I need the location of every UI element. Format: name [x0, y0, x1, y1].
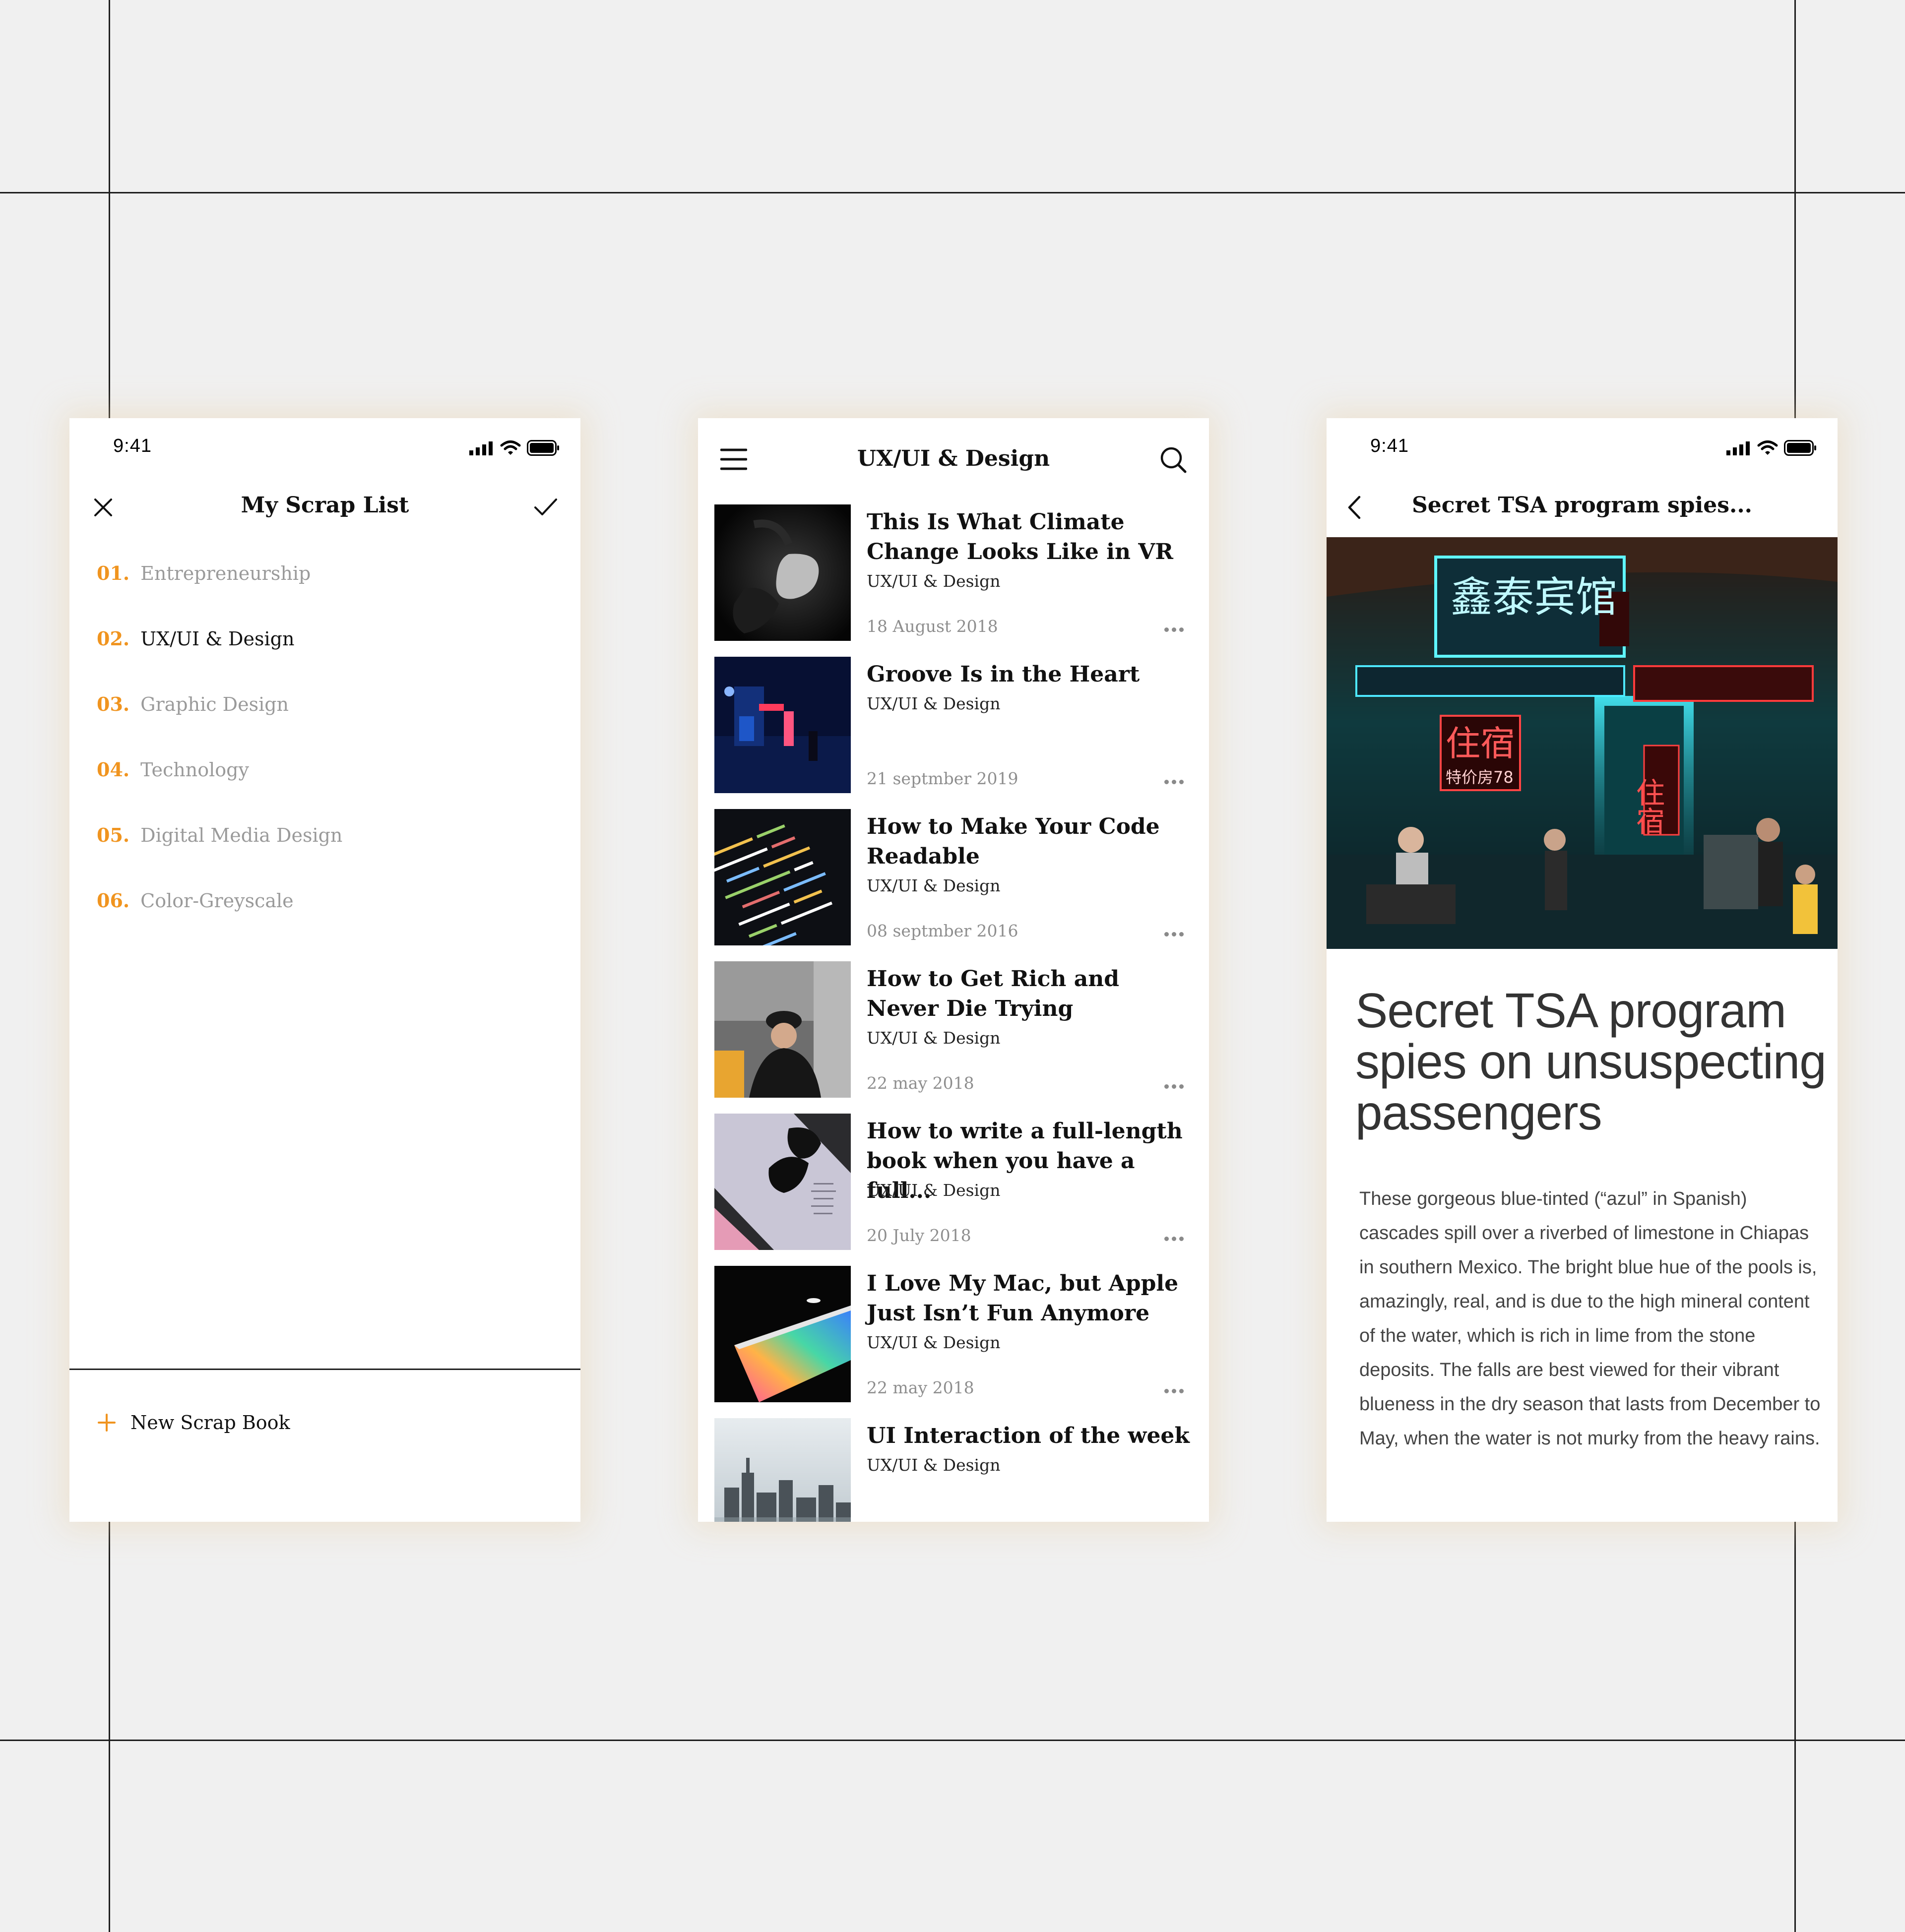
article-date: 22 may 2018: [867, 1378, 974, 1397]
category-label: Color-Greyscale: [140, 890, 294, 912]
article-thumbnail: [714, 1114, 851, 1250]
article-date: 22 may 2018: [867, 1073, 974, 1093]
article-detail-screen: 9:41 Secret TSA program spies... 鑫泰宾馆 住宿…: [1327, 418, 1838, 1522]
category-number: 01.: [97, 562, 130, 584]
check-icon: [534, 499, 557, 515]
laptop-rainbow-photo: [714, 1266, 851, 1402]
category-item[interactable]: 06. Color-Greyscale: [97, 889, 294, 912]
category-number: 06.: [97, 889, 130, 912]
article-title: How to Make Your Code Readable: [867, 814, 1160, 869]
category-label: Digital Media Design: [140, 824, 343, 846]
article-body: These gorgeous blue-tinted (“azul” in Sp…: [1359, 1188, 1821, 1449]
more-dots-icon[interactable]: [1164, 932, 1184, 936]
category-item[interactable]: 05. Digital Media Design: [97, 824, 342, 846]
article-card[interactable]: UI Interaction of the week UX/UI & Desig…: [714, 1418, 1201, 1522]
more-dots-icon[interactable]: [1164, 1237, 1184, 1241]
article-thumbnail: [714, 1266, 851, 1402]
article-headline: Secret TSA program spies on unsuspecting…: [1355, 983, 1827, 1140]
battery-icon: [1784, 440, 1816, 456]
article-card[interactable]: How to Get Rich and Never Die Trying UX/…: [714, 961, 1201, 1098]
category-item[interactable]: 04. Technology: [97, 758, 249, 781]
new-scrap-book-button[interactable]: New Scrap Book: [97, 1412, 290, 1433]
wifi-icon: [1757, 440, 1778, 455]
category-number: 02.: [97, 627, 130, 650]
hero-sign-text: 住宿: [1631, 778, 1665, 835]
category-item[interactable]: 03. Graphic Design: [97, 693, 289, 715]
status-icons: [469, 440, 560, 456]
article-thumbnail: [714, 657, 851, 793]
article-title: Groove Is in the Heart: [867, 662, 1140, 687]
category-item[interactable]: 01. Entrepreneurship: [97, 562, 311, 584]
article-card[interactable]: This Is What Climate Change Looks Like i…: [714, 504, 1201, 641]
vr-headset-photo: [714, 504, 851, 641]
guide-line: [0, 192, 1905, 193]
signal-icon: [469, 441, 493, 455]
more-dots-icon[interactable]: [1164, 780, 1184, 784]
wifi-icon: [500, 440, 521, 455]
category-number: 05.: [97, 824, 130, 846]
city-skyline-photo: [714, 1418, 851, 1522]
article-card[interactable]: I Love My Mac, but Apple Just Isn’t Fun …: [714, 1266, 1201, 1402]
article-thumbnail: [714, 961, 851, 1098]
category-label: Technology: [140, 759, 249, 781]
more-dots-icon[interactable]: [1164, 1389, 1184, 1393]
battery-icon: [527, 440, 559, 456]
article-category: UX/UI & Design: [867, 1455, 1001, 1475]
status-time: 9:41: [113, 436, 152, 456]
status-icons: [1726, 440, 1817, 456]
article-category: UX/UI & Design: [867, 1333, 1001, 1352]
article-thumbnail: [714, 504, 851, 641]
hero-sign-text: 鑫泰宾馆: [1451, 573, 1617, 622]
article-date: 20 July 2018: [867, 1226, 971, 1245]
article-card[interactable]: Groove Is in the Heart UX/UI & Design 21…: [714, 657, 1201, 793]
article-date: 18 August 2018: [867, 617, 998, 636]
hero-image: 鑫泰宾馆 住宿 特价房78 住宿: [1327, 537, 1838, 949]
article-thumbnail: [714, 1418, 851, 1522]
page-title: My Scrap List: [241, 493, 409, 518]
neon-storefront-photo: 鑫泰宾馆 住宿 特价房78 住宿: [1327, 537, 1838, 949]
neon-street-photo: [714, 657, 851, 793]
hero-sign-text: 住宿: [1446, 723, 1515, 764]
feed-screen: UX/UI & Design This Is What Climate Chan…: [698, 418, 1209, 1522]
article-card[interactable]: How to write a full-length book when you…: [714, 1114, 1201, 1250]
category-number: 03.: [97, 693, 130, 715]
category-label: UX/UI & Design: [140, 628, 295, 650]
article-category: UX/UI & Design: [867, 1028, 1001, 1048]
more-dots-icon[interactable]: [1164, 627, 1184, 632]
article-title: This Is What Climate Change Looks Like i…: [867, 509, 1173, 564]
plus-icon: [98, 1414, 116, 1432]
feed-title: UX/UI & Design: [857, 446, 1050, 471]
article-category: UX/UI & Design: [867, 694, 1001, 713]
category-label: Entrepreneurship: [140, 562, 311, 584]
category-label: Graphic Design: [140, 693, 289, 715]
article-thumbnail: [714, 809, 851, 945]
new-scrap-book-label: New Scrap Book: [130, 1412, 290, 1433]
article-category: UX/UI & Design: [867, 1181, 1001, 1200]
hero-sign-text: 特价房78: [1446, 768, 1514, 787]
man-in-street-photo: [714, 961, 851, 1098]
status-time: 9:41: [1370, 436, 1409, 456]
confirm-button[interactable]: [533, 498, 558, 519]
guide-line: [0, 1740, 1905, 1741]
article-title: UI Interaction of the week: [867, 1423, 1190, 1448]
code-screen-photo: [714, 809, 851, 945]
article-date: 08 septmber 2016: [867, 921, 1018, 940]
article-title: I Love My Mac, but Apple Just Isn’t Fun …: [867, 1271, 1179, 1326]
signal-icon: [1726, 441, 1750, 455]
article-title: How to Get Rich and Never Die Trying: [867, 966, 1119, 1021]
divider: [69, 1369, 580, 1370]
search-icon: [1160, 447, 1187, 473]
book-and-sunglasses-photo: [714, 1114, 851, 1250]
article-nav-title: Secret TSA program spies...: [1412, 493, 1752, 518]
category-number: 04.: [97, 758, 130, 781]
article-category: UX/UI & Design: [867, 571, 1001, 591]
article-category: UX/UI & Design: [867, 876, 1001, 895]
article-card[interactable]: How to Make Your Code Readable UX/UI & D…: [714, 809, 1201, 945]
search-button[interactable]: [1159, 446, 1187, 476]
article-date: 21 septmber 2019: [867, 769, 1018, 788]
more-dots-icon[interactable]: [1164, 1084, 1184, 1089]
scrap-list-screen: 9:41 My Scrap List 01. Entrepreneurship 02…: [69, 418, 580, 1522]
category-item[interactable]: 02. UX/UI & Design: [97, 627, 294, 650]
